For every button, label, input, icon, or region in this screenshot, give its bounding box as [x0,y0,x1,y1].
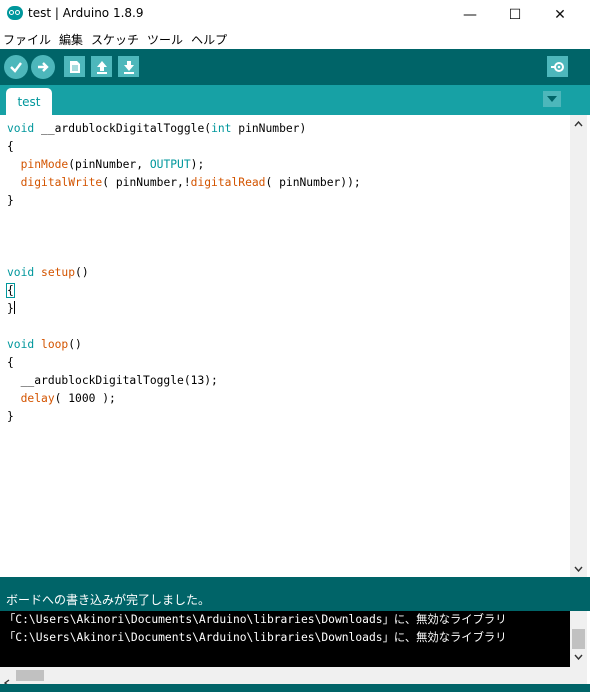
open-icon [96,60,107,74]
menu-edit[interactable]: 編集 [56,29,88,49]
console-horizontal-scrollbar[interactable] [0,667,587,687]
verify-icon [10,62,22,73]
keyword: OUTPUT [149,158,191,171]
function-name: digitalWrite [20,176,103,189]
code-token: () [75,266,89,279]
keyword: int [211,122,232,135]
editor-scrollbar[interactable] [570,115,587,577]
code-line: } [7,302,14,315]
save-button[interactable] [118,56,139,77]
code-token: pinNumber) [231,122,307,135]
menu-sketch[interactable]: スケッチ [88,29,144,49]
chevron-down-icon [547,96,557,102]
menu-help[interactable]: ヘルプ [188,29,232,49]
function-name: pinMode [20,158,69,171]
chevron-down-icon [574,654,583,661]
verify-button[interactable] [4,55,28,79]
function-name: delay [20,392,55,405]
keyword: void [7,338,35,351]
minimize-button[interactable]: — [450,0,490,29]
tab-menu-button[interactable] [543,91,561,107]
arduino-logo-icon [7,6,23,20]
code-token: ( pinNumber,! [102,176,191,189]
new-sketch-icon [69,60,80,73]
open-button[interactable] [91,56,112,77]
serial-monitor-button[interactable] [547,56,568,77]
status-bar: ボードへの書き込みが完了しました。 [0,577,590,611]
save-icon [123,60,134,74]
function-name: loop [41,338,69,351]
code-line: } [7,410,14,423]
chevron-down-icon [574,566,583,572]
code-editor[interactable]: void __ardublockDigitalToggle(int pinNum… [0,115,570,577]
title-bar: test | Arduino 1.8.9 — ☐ ✕ [0,0,590,29]
function-name: digitalRead [190,176,266,189]
console-line: 「C:\Users\Akinori\Documents\Arduino\libr… [4,613,507,626]
horizontal-scroll-thumb[interactable] [16,670,44,681]
code-line: { [7,140,14,153]
console-line: 「C:\Users\Akinori\Documents\Arduino\libr… [4,631,507,644]
footer-bar [0,684,590,692]
code-token: ( pinNumber)); [265,176,361,189]
scroll-down-button[interactable] [570,560,587,577]
code-token: __ardublockDigitalToggle( [34,122,212,135]
code-line: { [6,283,15,298]
close-button[interactable]: ✕ [540,0,580,29]
scroll-down-button[interactable] [574,645,583,664]
serial-monitor-icon [550,61,564,72]
keyword: void [7,122,35,135]
menu-tools[interactable]: ツール [144,29,188,49]
keyword: void [7,266,35,279]
chevron-up-icon [574,120,583,126]
code-text[interactable]: void __ardublockDigitalToggle(int pinNum… [6,120,361,426]
code-line: __ardublockDigitalToggle(13); [20,374,218,387]
console-scrollbar[interactable] [570,611,587,667]
toolbar [0,49,590,85]
code-token: ); [190,158,205,171]
console-output[interactable]: 「C:\Users\Akinori\Documents\Arduino\libr… [0,611,570,667]
menu-file[interactable]: ファイル [0,29,56,49]
function-name: setup [41,266,76,279]
window-title: test | Arduino 1.8.9 [28,6,144,20]
scroll-up-button[interactable] [570,115,587,132]
maximize-button[interactable]: ☐ [495,0,535,29]
code-token: () [68,338,82,351]
text-caret [13,301,15,314]
tab-test[interactable]: test [6,88,52,115]
menu-bar: ファイル 編集 スケッチ ツール ヘルプ [0,29,590,49]
new-sketch-button[interactable] [64,56,85,77]
code-token: (pinNumber, [68,158,150,171]
upload-button[interactable] [31,55,55,79]
status-message: ボードへの書き込みが完了しました。 [6,593,211,607]
code-line: { [7,356,14,369]
upload-icon [38,62,49,72]
code-token: ( 1000 ); [54,392,116,405]
code-line: } [7,194,14,207]
tab-bar: test [0,85,590,115]
